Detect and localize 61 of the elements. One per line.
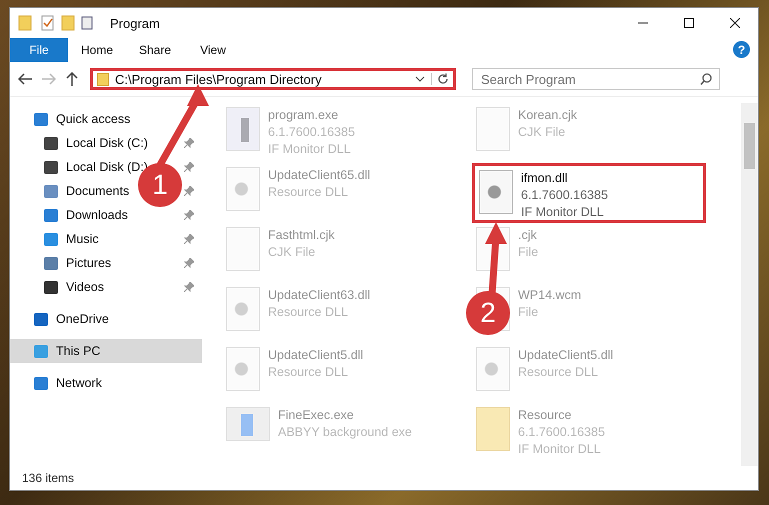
- pin-icon[interactable]: [184, 186, 194, 196]
- pin-icon[interactable]: [184, 162, 194, 172]
- search-icon[interactable]: [700, 73, 712, 85]
- file-icon: [226, 227, 260, 271]
- sidebar-item-label[interactable]: Downloads: [66, 208, 128, 222]
- refresh-icon[interactable]: [431, 73, 449, 85]
- sidebar-item-label[interactable]: Videos: [66, 280, 104, 294]
- ribbon-tab[interactable]: File: [10, 38, 68, 62]
- item-count: 136 items: [22, 471, 74, 485]
- sidebar-item-label[interactable]: Quick access: [56, 112, 130, 126]
- selected-file-item[interactable]: ifmon.dll 6.1.7600.16385 IF Monitor DLL: [472, 163, 706, 223]
- file-detail: IF Monitor DLL: [268, 141, 351, 158]
- file-icon: [226, 347, 260, 391]
- file-detail: CJK File: [518, 124, 566, 141]
- file-detail: File: [518, 244, 538, 261]
- file-detail: IF Monitor DLL: [518, 441, 601, 458]
- file-icon: [226, 287, 260, 331]
- file-icon: [226, 407, 270, 441]
- back-arrow-icon[interactable]: [18, 73, 32, 85]
- file-detail: IF Monitor DLL: [521, 204, 604, 221]
- file-icon: [476, 107, 510, 151]
- file-detail: File: [518, 304, 538, 321]
- file-icon: [226, 167, 260, 211]
- up-arrow-icon[interactable]: [66, 72, 78, 86]
- ribbon-tab[interactable]: Home: [68, 38, 126, 62]
- file-icon: [476, 347, 510, 391]
- ribbon-tab[interactable]: View: [184, 38, 242, 62]
- selected-sidebar-item[interactable]: This PC: [10, 339, 202, 363]
- file-icon: [479, 170, 513, 214]
- file-icon: [226, 107, 260, 151]
- help-button[interactable]: ?: [733, 41, 750, 58]
- pin-icon[interactable]: [184, 282, 194, 292]
- sidebar-item-label[interactable]: Local Disk (C:): [66, 136, 148, 150]
- chevron-down-icon[interactable]: [415, 76, 425, 82]
- search-field[interactable]: Search Program: [472, 68, 720, 90]
- file-detail: 6.1.7600.16385: [518, 424, 605, 441]
- pin-icon[interactable]: [184, 138, 194, 148]
- file-detail: 6.1.7600.16385: [268, 124, 355, 141]
- file-detail: Resource DLL: [518, 364, 598, 381]
- file-detail: Resource DLL: [268, 364, 348, 381]
- file-detail: ABBYY background exe: [278, 424, 412, 441]
- scrollbar[interactable]: [741, 103, 758, 466]
- sidebar-item-label[interactable]: Pictures: [66, 256, 112, 270]
- sidebar-item-label[interactable]: Network: [56, 376, 102, 390]
- file-detail: CJK File: [268, 244, 316, 261]
- file-detail: Resource DLL: [268, 304, 348, 321]
- pin-icon[interactable]: [184, 210, 194, 220]
- address-bar[interactable]: C:\Program Files\Program Directory: [90, 68, 456, 90]
- pin-icon[interactable]: [184, 234, 194, 244]
- window-title: Program: [110, 16, 161, 30]
- file-detail: Resource DLL: [268, 184, 348, 201]
- folder-icon: [97, 72, 109, 86]
- sidebar-item-label[interactable]: This PC: [56, 344, 100, 358]
- ribbon-tab[interactable]: Share: [126, 38, 184, 62]
- file-icon: [476, 407, 510, 451]
- file-name[interactable]: ifmon.dll: [521, 170, 568, 187]
- sidebar-item-label[interactable]: Music: [66, 232, 99, 246]
- pin-icon[interactable]: [184, 258, 194, 268]
- file-detail: 6.1.7600.16385: [521, 187, 608, 204]
- sidebar-item-label[interactable]: OneDrive: [56, 312, 109, 326]
- sidebar-item-label[interactable]: Documents: [66, 184, 130, 198]
